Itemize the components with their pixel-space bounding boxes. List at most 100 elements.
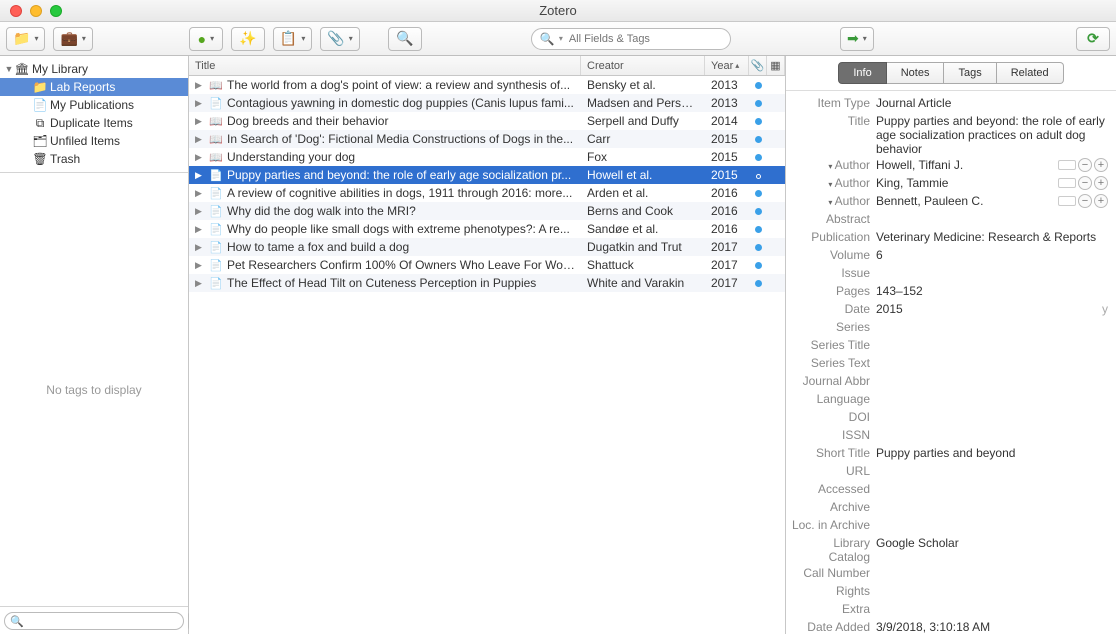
disclosure-icon[interactable]: ▶ — [195, 260, 205, 271]
swap-names-button[interactable] — [1058, 178, 1076, 188]
field-label: ISSN — [790, 428, 876, 442]
disclosure-icon[interactable]: ▶ — [195, 134, 205, 145]
sync-button[interactable]: ⟳ — [1076, 27, 1110, 51]
pages-value[interactable]: 143–152 — [876, 284, 1108, 298]
search-input[interactable] — [569, 33, 722, 45]
field-label[interactable]: Author — [790, 176, 876, 190]
search-icon: 🔍 — [10, 615, 24, 628]
tab-info[interactable]: Info — [838, 62, 886, 84]
remove-author-button[interactable]: − — [1078, 158, 1092, 172]
search-field[interactable]: 🔍▾ — [531, 28, 731, 50]
catalog-value[interactable]: Google Scholar — [876, 536, 1108, 550]
item-title: The Effect of Head Tilt on Cuteness Perc… — [227, 276, 575, 290]
new-library-button[interactable]: 💼▾ — [53, 27, 92, 51]
item-row[interactable]: ▶📄Why did the dog walk into the MRI?Bern… — [189, 202, 785, 220]
remove-author-button[interactable]: − — [1078, 194, 1092, 208]
author-value[interactable]: Bennett, Pauleen C. — [876, 194, 1054, 208]
disclosure-icon[interactable]: ▶ — [195, 170, 205, 181]
item-year: 2016 — [705, 186, 749, 200]
disclosure-icon[interactable]: ▶ — [195, 188, 205, 199]
advanced-search-button[interactable]: 🔍 — [388, 27, 422, 51]
locate-button[interactable]: ➡▾ — [840, 27, 874, 51]
arrow-right-icon: ➡ — [847, 30, 859, 47]
disclosure-icon[interactable]: ▶ — [195, 116, 205, 127]
sidebar-item[interactable]: ⧉Duplicate Items — [0, 114, 188, 132]
new-item-button[interactable]: ●▾ — [189, 27, 223, 51]
tag-search-input[interactable] — [4, 612, 184, 630]
item-type-value[interactable]: Journal Article — [876, 96, 1108, 110]
chevron-down-icon: ▾ — [301, 34, 305, 43]
author-value[interactable]: Howell, Tiffani J. — [876, 158, 1054, 172]
column-picker-button[interactable]: ▦ — [767, 56, 785, 75]
item-row[interactable]: ▶📄The Effect of Head Tilt on Cuteness Pe… — [189, 274, 785, 292]
sidebar-item[interactable]: 🗑Trash — [0, 150, 188, 168]
item-year: 2014 — [705, 114, 749, 128]
short-title-value[interactable]: Puppy parties and beyond — [876, 446, 1108, 460]
collection-icon: 🗑 — [32, 152, 48, 166]
add-author-button[interactable]: + — [1094, 194, 1108, 208]
item-row[interactable]: ▶📄How to tame a fox and build a dogDugat… — [189, 238, 785, 256]
item-title: Puppy parties and beyond: the role of ea… — [227, 168, 575, 182]
column-header-year[interactable]: Year — [705, 56, 749, 75]
item-title: Why do people like small dogs with extre… — [227, 222, 575, 236]
remove-author-button[interactable]: − — [1078, 176, 1092, 190]
title-value[interactable]: Puppy parties and beyond: the role of ea… — [876, 114, 1108, 156]
author-value[interactable]: King, Tammie — [876, 176, 1054, 190]
field-label: Library Catalog — [790, 536, 876, 564]
item-row[interactable]: ▶📖The world from a dog's point of view: … — [189, 76, 785, 94]
item-year: 2015 — [705, 150, 749, 164]
column-header-title[interactable]: Title — [189, 56, 581, 75]
swap-names-button[interactable] — [1058, 196, 1076, 206]
item-row[interactable]: ▶📄Why do people like small dogs with ext… — [189, 220, 785, 238]
search-icon: 🔍 — [396, 30, 413, 47]
collection-icon: 📄 — [32, 98, 48, 112]
swap-names-button[interactable] — [1058, 160, 1076, 170]
column-header-attachment[interactable]: 📎 — [749, 56, 767, 75]
tags-empty-label: No tags to display — [46, 383, 141, 397]
new-note-button[interactable]: 📋▾ — [273, 27, 312, 51]
add-author-button[interactable]: + — [1094, 176, 1108, 190]
disclosure-icon[interactable]: ▶ — [195, 224, 205, 235]
item-row[interactable]: ▶📄Contagious yawning in domestic dog pup… — [189, 94, 785, 112]
window-title: Zotero — [0, 3, 1116, 18]
library-label: My Library — [32, 62, 88, 76]
sidebar-item[interactable]: 📁Lab Reports — [0, 78, 188, 96]
item-row[interactable]: ▶📄A review of cognitive abilities in dog… — [189, 184, 785, 202]
library-root[interactable]: ▼ 🏛 My Library — [0, 60, 188, 78]
tab-related[interactable]: Related — [997, 62, 1064, 84]
attach-button[interactable]: 📎▾ — [320, 27, 359, 51]
item-attachment-indicator — [749, 204, 767, 218]
date-value[interactable]: 2015y — [876, 302, 1108, 316]
field-label: Volume — [790, 248, 876, 262]
item-row[interactable]: ▶📖In Search of 'Dog': Fictional Media Co… — [189, 130, 785, 148]
disclosure-icon[interactable]: ▼ — [4, 64, 14, 74]
disclosure-icon[interactable]: ▶ — [195, 98, 205, 109]
item-creator: Fox — [581, 150, 705, 164]
field-label: Date — [790, 302, 876, 316]
sidebar-item[interactable]: 📄My Publications — [0, 96, 188, 114]
publication-value[interactable]: Veterinary Medicine: Research & Reports — [876, 230, 1108, 244]
field-label[interactable]: Author — [790, 194, 876, 208]
item-creator: Madsen and Persson — [581, 96, 705, 110]
tab-notes[interactable]: Notes — [887, 62, 945, 84]
item-row[interactable]: ▶📖Dog breeds and their behaviorSerpell a… — [189, 112, 785, 130]
disclosure-icon[interactable]: ▶ — [195, 242, 205, 253]
add-author-button[interactable]: + — [1094, 158, 1108, 172]
field-label[interactable]: Author — [790, 158, 876, 172]
sidebar-item[interactable]: 🗂Unfiled Items — [0, 132, 188, 150]
column-header-creator[interactable]: Creator — [581, 56, 705, 75]
disclosure-icon[interactable]: ▶ — [195, 278, 205, 289]
item-row[interactable]: ▶📄Puppy parties and beyond: the role of … — [189, 166, 785, 184]
field-label: Abstract — [790, 212, 876, 226]
item-creator: Arden et al. — [581, 186, 705, 200]
disclosure-icon[interactable]: ▶ — [195, 80, 205, 91]
chevron-down-icon: ▾ — [82, 34, 86, 43]
item-row[interactable]: ▶📖Understanding your dogFox2015 — [189, 148, 785, 166]
volume-value[interactable]: 6 — [876, 248, 1108, 262]
item-row[interactable]: ▶📄Pet Researchers Confirm 100% Of Owners… — [189, 256, 785, 274]
disclosure-icon[interactable]: ▶ — [195, 152, 205, 163]
disclosure-icon[interactable]: ▶ — [195, 206, 205, 217]
add-by-identifier-button[interactable]: ✨ — [231, 27, 265, 51]
new-collection-button[interactable]: 📁▾ — [6, 27, 45, 51]
tab-tags[interactable]: Tags — [944, 62, 996, 84]
